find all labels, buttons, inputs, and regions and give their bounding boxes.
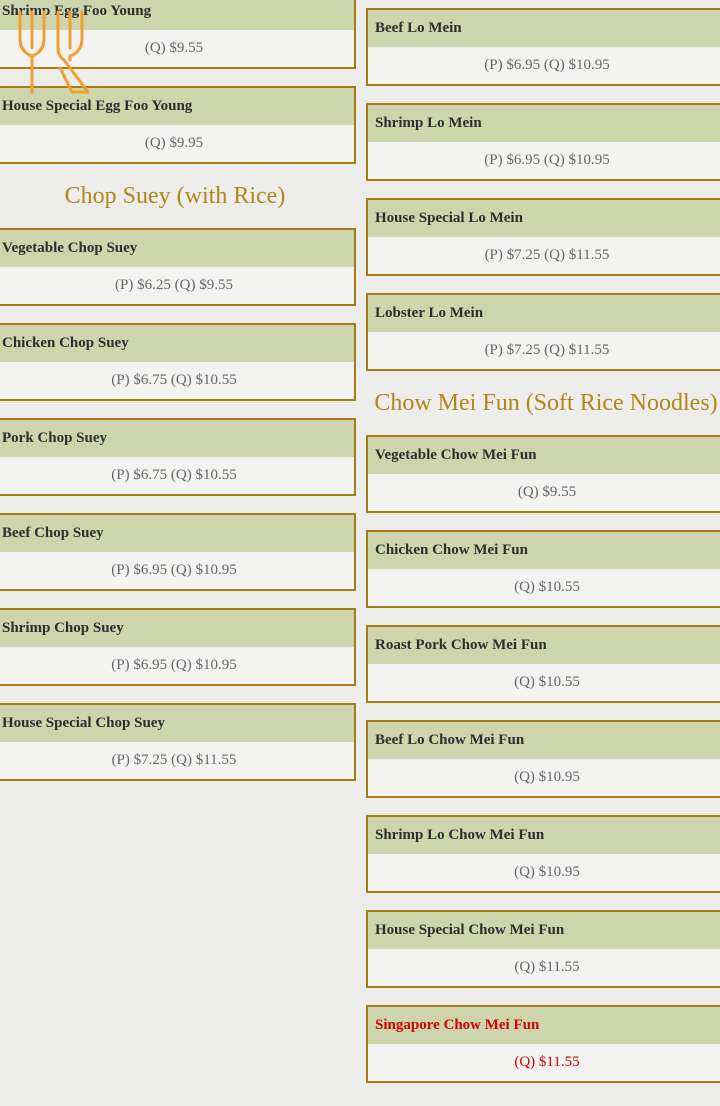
item-price: (P) $6.75 (Q) $10.55 [111,467,237,483]
menu-item-special[interactable]: Singapore Chow Mei Fun (Q) $11.55 [366,1005,720,1083]
item-name: House Special Chow Mei Fun [368,912,720,949]
item-price: (Q) $10.55 [514,674,580,690]
menu-item[interactable]: House Special Egg Foo Young (Q) $9.95 [0,86,356,164]
item-price: (Q) $10.55 [514,579,580,595]
item-price: (Q) $11.55 [514,959,580,975]
item-price: (Q) $11.55 [514,1054,580,1070]
menu-item[interactable]: Shrimp Chop Suey (P) $6.95 (Q) $10.95 [0,608,356,686]
section-heading-chow-mei-fun: Chow Mei Fun (Soft Rice Noodles) [374,390,718,416]
left-column: Shrimp Egg Foo Young (Q) $9.55 House Spe… [0,0,356,798]
item-name: House Special Lo Mein [368,200,720,237]
menu-item[interactable]: Pork Chop Suey (P) $6.75 (Q) $10.55 [0,418,356,496]
menu-item[interactable]: Shrimp Lo Chow Mei Fun (Q) $10.95 [366,815,720,893]
item-price: (Q) $9.95 [144,135,204,151]
item-name: Shrimp Chop Suey [0,610,354,647]
item-name: Beef Lo Chow Mei Fun [368,722,720,759]
menu-item[interactable]: Lobster Lo Mein (P) $7.25 (Q) $11.55 [366,293,720,371]
menu-item[interactable]: Chicken Chop Suey (P) $6.75 (Q) $10.55 [0,323,356,401]
item-price: (P) $7.25 (Q) $11.55 [484,247,610,263]
item-name: House Special Chop Suey [0,705,354,742]
item-name: Roast Pork Chow Mei Fun [368,627,720,664]
menu-item[interactable]: Roast Pork Chow Mei Fun (Q) $10.55 [366,625,720,703]
menu-item[interactable]: Chicken Chow Mei Fun (Q) $10.55 [366,530,720,608]
menu-item[interactable]: Shrimp Lo Mein (P) $6.95 (Q) $10.95 [366,103,720,181]
menu-item[interactable]: Beef Lo Mein (P) $6.95 (Q) $10.95 [366,8,720,86]
item-name: Shrimp Lo Chow Mei Fun [368,817,720,854]
item-name: Pork Chop Suey [0,420,354,457]
item-price: (P) $6.95 (Q) $10.95 [484,152,610,168]
fork-and-knife-icon [18,10,90,94]
item-price: (Q) $10.95 [514,864,580,880]
item-price: (P) $7.25 (Q) $11.55 [484,342,610,358]
item-price: (Q) $10.95 [514,769,580,785]
item-price: (P) $6.95 (Q) $10.95 [484,57,610,73]
item-price: (P) $6.25 (Q) $9.55 [115,277,233,293]
item-name: Singapore Chow Mei Fun [368,1007,720,1044]
item-name: Lobster Lo Mein [368,295,720,332]
item-price: (P) $6.95 (Q) $10.95 [111,562,237,578]
item-name: Vegetable Chow Mei Fun [368,437,720,474]
item-name: Vegetable Chop Suey [0,230,354,267]
item-name: Beef Chop Suey [0,515,354,552]
menu-item[interactable]: House Special Chow Mei Fun (Q) $11.55 [366,910,720,988]
menu-item[interactable]: House Special Chop Suey (P) $7.25 (Q) $1… [0,703,356,781]
item-price: (P) $6.75 (Q) $10.55 [111,372,237,388]
item-name: Shrimp Lo Mein [368,105,720,142]
item-price: (P) $6.95 (Q) $10.95 [111,657,237,673]
item-name: Chicken Chop Suey [0,325,354,362]
menu-item[interactable]: Vegetable Chow Mei Fun (Q) $9.55 [366,435,720,513]
menu-item[interactable]: Beef Chop Suey (P) $6.95 (Q) $10.95 [0,513,356,591]
item-name: Beef Lo Mein [368,10,720,47]
menu-item[interactable]: Beef Lo Chow Mei Fun (Q) $10.95 [366,720,720,798]
right-column: Beef Lo Mein (P) $6.95 (Q) $10.95 Shrimp… [366,8,720,1100]
section-heading-chop-suey: Chop Suey (with Rice) [64,183,286,209]
menu-item[interactable]: Vegetable Chop Suey (P) $6.25 (Q) $9.55 [0,228,356,306]
item-name: Chicken Chow Mei Fun [368,532,720,569]
item-price: (Q) $9.55 [517,484,577,500]
item-price: (P) $7.25 (Q) $11.55 [111,752,237,768]
menu-item[interactable]: House Special Lo Mein (P) $7.25 (Q) $11.… [366,198,720,276]
